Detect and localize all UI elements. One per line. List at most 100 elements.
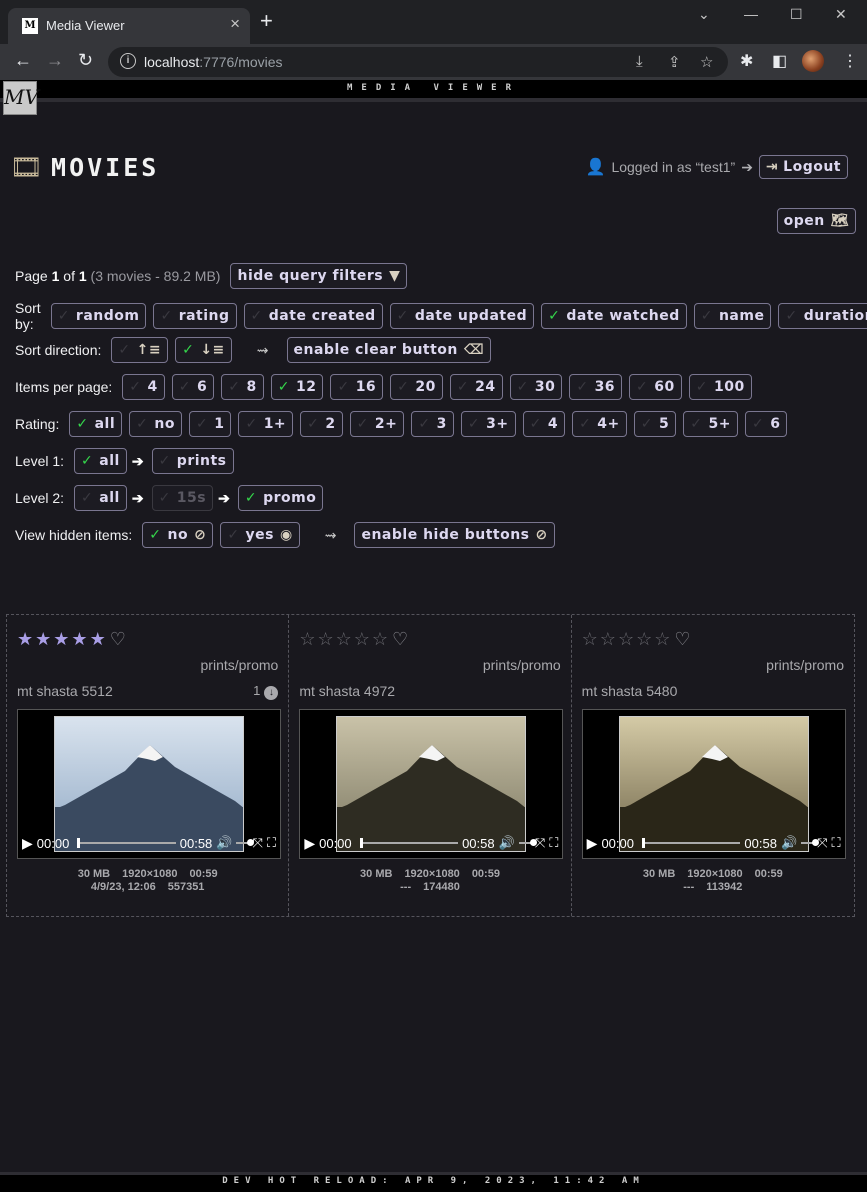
- volume-slider[interactable]: [236, 839, 255, 846]
- browser-tab[interactable]: M Media Viewer ×: [8, 8, 250, 44]
- tab-search-icon[interactable]: ⌄: [698, 6, 710, 23]
- profile-avatar[interactable]: [802, 50, 824, 72]
- items-20-button[interactable]: ✓ 20: [390, 374, 443, 400]
- star-icon[interactable]: ★: [17, 629, 35, 649]
- star-icon[interactable]: ★: [35, 629, 53, 649]
- bookmark-star-icon[interactable]: ☆: [700, 53, 713, 71]
- sort-ascending-button[interactable]: ✓ ↑≡: [111, 337, 169, 363]
- play-icon[interactable]: ▶: [22, 835, 33, 852]
- star-icon[interactable]: ☆: [317, 629, 335, 649]
- items-60-button[interactable]: ✓ 60: [629, 374, 682, 400]
- enable-clear-button[interactable]: enable clear button ⌫: [286, 337, 492, 363]
- sort-random-button[interactable]: ✓ random: [50, 303, 147, 329]
- rating-5-button[interactable]: ✓ 5: [633, 411, 677, 437]
- menu-icon[interactable]: ⋮: [842, 51, 858, 71]
- rating-4plus-button[interactable]: ✓ 4+: [572, 411, 627, 437]
- back-icon[interactable]: ←: [14, 50, 32, 71]
- rating-1-button[interactable]: ✓ 1: [188, 411, 232, 437]
- star-icon[interactable]: ☆: [600, 629, 618, 649]
- volume-slider[interactable]: [801, 839, 820, 846]
- download-circle-icon[interactable]: ↓: [264, 686, 279, 700]
- level2-all-button[interactable]: ✓ all: [74, 485, 127, 511]
- star-icon[interactable]: ★: [71, 629, 89, 649]
- items-24-button[interactable]: ✓ 24: [449, 374, 503, 400]
- sort-name-button[interactable]: ✓ name: [693, 303, 772, 329]
- play-icon[interactable]: ▶: [587, 835, 598, 852]
- app-logo[interactable]: MV: [3, 81, 39, 115]
- open-map-button[interactable]: open 🗺: [776, 208, 856, 234]
- level1-prints-button[interactable]: ✓ prints: [151, 448, 234, 474]
- star-icon[interactable]: ★: [90, 629, 108, 649]
- logout-button[interactable]: ⇥ Logout: [758, 155, 848, 179]
- volume-icon[interactable]: 🔊: [216, 835, 232, 851]
- seek-bar[interactable]: [641, 838, 741, 848]
- items-12-button[interactable]: ✓ 12: [270, 374, 324, 400]
- sort-date-updated-button[interactable]: ✓ date updated: [389, 303, 535, 329]
- video-player[interactable]: ▶ 00:00 00:58 🔊 ⤧ ⛶: [17, 709, 281, 859]
- items-8-button[interactable]: ✓ 8: [221, 374, 264, 400]
- level2-promo-button[interactable]: ✓ promo: [237, 485, 324, 511]
- forward-icon[interactable]: →: [46, 50, 64, 71]
- reload-icon[interactable]: ↻: [78, 50, 93, 71]
- star-icon[interactable]: ☆: [299, 629, 317, 649]
- fullscreen-icon[interactable]: ⛶: [267, 835, 276, 851]
- address-bar[interactable]: i localhost:7776/movies ⤓ ⇪ ☆: [108, 47, 728, 77]
- hidden-no-button[interactable]: ✓ no ⊘: [142, 522, 214, 548]
- heart-icon[interactable]: ♡: [110, 629, 128, 649]
- fullscreen-icon[interactable]: ⛶: [549, 835, 558, 851]
- rating-all-button[interactable]: ✓ all: [69, 411, 123, 437]
- maximize-icon[interactable]: ☐: [790, 6, 803, 23]
- hidden-yes-button[interactable]: ✓ yes ◉: [220, 522, 300, 548]
- star-icon[interactable]: ☆: [354, 629, 372, 649]
- rating-1plus-button[interactable]: ✓ 1+: [238, 411, 294, 437]
- items-6-button[interactable]: ✓ 6: [171, 374, 215, 400]
- rating-3-button[interactable]: ✓ 3: [411, 411, 454, 437]
- sort-duration-button[interactable]: ✓ duration: [778, 303, 867, 329]
- star-icon[interactable]: ☆: [336, 629, 354, 649]
- close-window-icon[interactable]: ✕: [835, 6, 847, 23]
- new-tab-icon[interactable]: +: [260, 10, 273, 32]
- side-panel-icon[interactable]: ◧: [772, 51, 787, 71]
- sort-descending-button[interactable]: ✓ ↓≡: [175, 337, 232, 363]
- site-info-icon[interactable]: i: [120, 53, 136, 69]
- movie-category[interactable]: prints/promo: [201, 657, 279, 673]
- volume-slider[interactable]: [518, 839, 537, 846]
- level1-all-button[interactable]: ✓ all: [74, 448, 127, 474]
- movie-category[interactable]: prints/promo: [483, 657, 561, 673]
- volume-icon[interactable]: 🔊: [499, 835, 515, 851]
- fit-icon[interactable]: ⤧: [252, 835, 262, 851]
- minimize-icon[interactable]: —: [744, 6, 758, 22]
- star-icon[interactable]: ☆: [636, 629, 654, 649]
- sort-rating-button[interactable]: ✓ rating: [153, 303, 237, 329]
- rating-6-button[interactable]: ✓ 6: [744, 411, 788, 437]
- star-icon[interactable]: ☆: [372, 629, 390, 649]
- star-icon[interactable]: ☆: [618, 629, 636, 649]
- extensions-icon[interactable]: ✱: [740, 51, 753, 71]
- star-icon[interactable]: ★: [53, 629, 71, 649]
- close-tab-icon[interactable]: ×: [230, 14, 240, 34]
- items-16-button[interactable]: ✓ 16: [330, 374, 384, 400]
- rating-4-button[interactable]: ✓ 4: [522, 411, 566, 437]
- volume-icon[interactable]: 🔊: [781, 835, 797, 851]
- items-30-button[interactable]: ✓ 30: [509, 374, 563, 400]
- sort-date-watched-button[interactable]: ✓ date watched: [541, 303, 687, 329]
- items-100-button[interactable]: ✓ 100: [688, 374, 752, 400]
- share-icon[interactable]: ⇪: [668, 53, 681, 71]
- items-36-button[interactable]: ✓ 36: [569, 374, 623, 400]
- rating-2-button[interactable]: ✓ 2: [300, 411, 343, 437]
- play-icon[interactable]: ▶: [304, 835, 315, 852]
- seek-bar[interactable]: [77, 838, 176, 848]
- enable-hide-buttons[interactable]: enable hide buttons ⊘: [354, 522, 555, 548]
- fullscreen-icon[interactable]: ⛶: [832, 835, 841, 851]
- rating-2plus-button[interactable]: ✓ 2+: [349, 411, 405, 437]
- seek-bar[interactable]: [359, 838, 459, 848]
- sort-date-created-button[interactable]: ✓ date created: [243, 303, 383, 329]
- video-player[interactable]: ▶ 00:00 00:58 🔊 ⤧ ⛶: [581, 709, 846, 859]
- star-icon[interactable]: ☆: [582, 629, 600, 649]
- star-icon[interactable]: ☆: [654, 629, 672, 649]
- items-4-button[interactable]: ✓ 4: [122, 374, 165, 400]
- hide-query-filters-button[interactable]: hide query filters ▼: [230, 263, 408, 289]
- heart-icon[interactable]: ♡: [392, 629, 410, 649]
- rating-3plus-button[interactable]: ✓ 3+: [460, 411, 516, 437]
- level2-15s-button[interactable]: ✓ 15s: [151, 485, 214, 511]
